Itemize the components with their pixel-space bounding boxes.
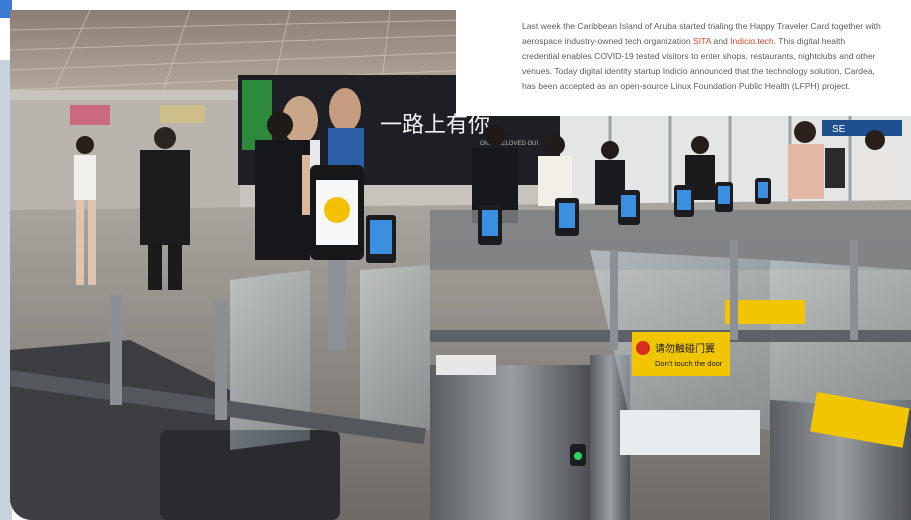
- article-excerpt: Last week the Caribbean Island of Aruba …: [456, 0, 911, 116]
- overhead-sign-text: SE: [832, 124, 846, 135]
- warning-english: Don't touch the door: [655, 359, 723, 368]
- shopfront-left: [10, 100, 240, 210]
- article-text-2: and: [711, 36, 731, 46]
- warning-chinese: 请勿触碰门翼: [655, 342, 715, 355]
- sita-link[interactable]: SITA: [693, 36, 711, 46]
- article-paragraph: Last week the Caribbean Island of Aruba …: [522, 19, 883, 94]
- indicio-link[interactable]: Indicio.tech: [730, 36, 773, 46]
- billboard-text: 一路上有你: [380, 113, 490, 138]
